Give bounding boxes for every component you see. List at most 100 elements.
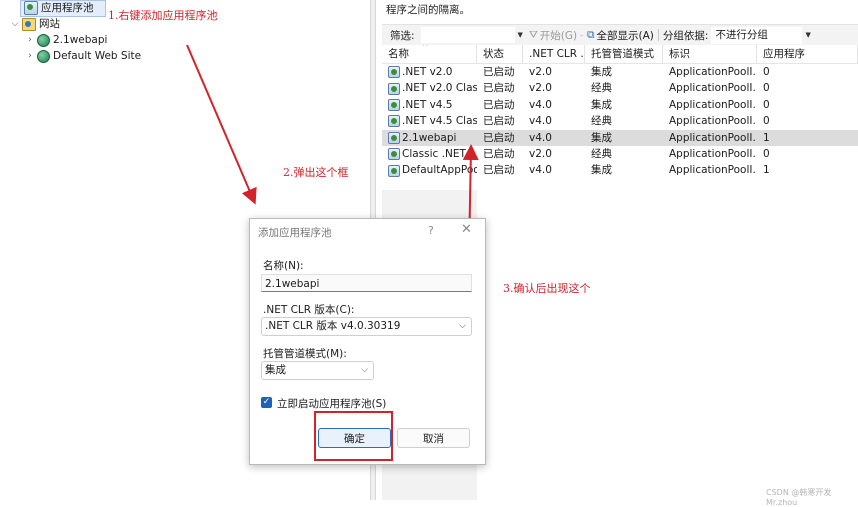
app-pool-icon	[388, 164, 400, 177]
column-header-pipeline[interactable]: 托管管道模式	[585, 45, 663, 63]
column-header-clr[interactable]: .NET CLR ...	[523, 45, 585, 63]
cancel-button[interactable]: 取消	[397, 428, 470, 448]
table-row[interactable]: .NET v2.0 Clas... 已启动 v2.0 经典 ApplicationPoo…	[382, 80, 858, 96]
annotation-step2: 2.弹出这个框	[283, 166, 349, 179]
table-cell: v2.0	[529, 147, 552, 160]
app-pool-icon	[388, 131, 400, 144]
description-text: 程序之间的隔离。	[386, 4, 470, 16]
cell-text: 2.1webapi	[402, 131, 457, 144]
column-header-identity[interactable]: 标识	[663, 45, 757, 63]
pipeline-mode-label: 托管管道模式(M):	[263, 348, 347, 360]
group-by-select[interactable]: 不进行分组	[711, 26, 803, 44]
table-cell: v4.0	[529, 115, 552, 128]
table-cell: 2.1webapi	[382, 130, 477, 146]
table-cell: ApplicationPoolI...	[669, 66, 757, 78]
table-cell: ApplicationPoolI...	[669, 147, 757, 160]
table-cell: ApplicationPoolI...	[669, 115, 757, 128]
table-cell: 已启动	[483, 82, 515, 95]
page-description: 程序之间的隔离。	[386, 0, 470, 17]
chevron-down-icon[interactable]: ▼	[805, 31, 810, 39]
table-cell: .NET v2.0 Clas...	[382, 80, 477, 96]
chevron-right-icon[interactable]: ›	[25, 32, 35, 48]
table-row[interactable]: .NET v4.5 已启动 v4.0 集成 ApplicationPoolI... 0	[382, 97, 858, 113]
toolbar-separator	[657, 29, 659, 41]
close-icon[interactable]: ✕	[461, 222, 472, 237]
funnel-icon: ⛛	[528, 28, 538, 41]
table-cell: 已启动	[483, 147, 515, 160]
table-cell: 0	[763, 147, 770, 160]
show-all-button[interactable]: 全部显示(A)	[597, 28, 654, 43]
column-header-name[interactable]: 名称 ^	[382, 45, 477, 63]
app-pool-icon	[388, 82, 400, 95]
column-header-status[interactable]: 状态	[477, 45, 523, 63]
table-cell: .NET v4.5 Clas...	[382, 113, 477, 129]
column-header-applications[interactable]: 应用程序	[757, 45, 858, 63]
chevron-down-icon: ⌵	[459, 321, 466, 331]
table-cell: .NET v4.5	[382, 97, 477, 113]
sort-indicator-icon: ^	[422, 45, 429, 51]
table-cell: ApplicationPoolI...	[669, 98, 757, 111]
filter-dropdown-arrow-icon[interactable]: ▼	[518, 31, 523, 39]
table-cell: v2.0	[529, 66, 552, 78]
chevron-down-icon[interactable]: ⌵	[10, 16, 20, 32]
cell-text: DefaultAppPool	[402, 164, 477, 177]
tree-item-app-pools[interactable]: 应用程序池	[24, 0, 94, 16]
table-cell: 集成	[591, 98, 612, 111]
tree-item-sites[interactable]: ⌵ 网站	[10, 16, 60, 32]
cell-text: .NET v4.5 Clas...	[402, 115, 477, 128]
pipeline-mode-select[interactable]: 集成 ⌵	[261, 361, 374, 380]
table-cell: 0	[763, 115, 770, 128]
group-by-value: 不进行分组	[715, 28, 768, 41]
show-all-icon: ⧉	[587, 28, 595, 41]
table-row[interactable]: 2.1webapi 已启动 v4.0 集成 ApplicationPoolI... 1	[382, 129, 858, 146]
clr-version-select[interactable]: .NET CLR 版本 v4.0.30319 ⌵	[261, 317, 472, 336]
table-cell: 0	[763, 98, 770, 111]
table-cell: ApplicationPoolI...	[669, 164, 757, 177]
tree-item-site-webapi[interactable]: › 2.1webapi	[25, 32, 107, 48]
table-cell: v4.0	[529, 131, 552, 144]
table-cell: 已启动	[483, 115, 515, 128]
table-cell: v4.0	[529, 98, 552, 111]
help-icon[interactable]: ?	[428, 224, 434, 237]
name-label: 名称(N):	[263, 260, 304, 272]
table-cell: 0	[763, 82, 770, 95]
name-input[interactable]: 2.1webapi	[261, 274, 472, 292]
filter-toolbar: 筛选: ▼ ⛛ 开始(G) - ⧉ 全部显示(A) 分组依据: 不进行分组 ▼	[382, 24, 858, 46]
autostart-label[interactable]: 立即启动应用程序池(S)	[277, 396, 386, 411]
clr-version-value: .NET CLR 版本 v4.0.30319	[265, 320, 401, 332]
grid-header: 名称 ^ 状态 .NET CLR ... 托管管道模式 标识 应用程序	[382, 45, 858, 64]
app-pools-grid: 名称 ^ 状态 .NET CLR ... 托管管道模式 标识 应用程序 .NET …	[382, 45, 858, 179]
annotation-step1: 1.右键添加应用程序池	[108, 9, 218, 22]
tree-item-label: 应用程序池	[41, 2, 94, 14]
app-pool-icon	[388, 98, 400, 111]
chevron-right-icon[interactable]: ›	[25, 48, 35, 64]
table-row[interactable]: .NET v2.0 已启动 v2.0 集成 ApplicationPoolI... 0	[382, 64, 858, 80]
table-cell: 集成	[591, 131, 612, 144]
app-pool-icon	[388, 66, 400, 79]
filter-input[interactable]	[420, 27, 515, 43]
table-cell: Classic .NET A...	[382, 146, 477, 162]
table-row[interactable]: Classic .NET A... 已启动 v2.0 经典 ApplicationPoo…	[382, 146, 858, 162]
globe-icon	[37, 49, 50, 63]
app-pool-icon	[388, 148, 400, 161]
annotation-step3: 3.确认后出现这个	[503, 282, 591, 295]
autostart-checkbox[interactable]: ✓	[261, 397, 272, 408]
filter-label: 筛选:	[390, 29, 415, 42]
cell-text: .NET v2.0	[402, 66, 453, 78]
tree-item-default-site[interactable]: › Default Web Site	[25, 48, 141, 64]
table-row[interactable]: DefaultAppPool 已启动 v4.0 集成 ApplicationPoolI.…	[382, 162, 858, 178]
table-cell: ApplicationPoolI...	[669, 82, 757, 95]
table-cell: v4.0	[529, 164, 552, 177]
dialog-title: 添加应用程序池	[258, 227, 332, 239]
globe-icon	[37, 33, 50, 47]
start-filter-button[interactable]: 开始(G)	[540, 28, 577, 43]
watermark: CSDN @韩寒开发Mr.zhou	[766, 488, 832, 507]
dropdown-arrow-icon[interactable]: -	[580, 31, 583, 40]
group-by-label: 分组依据:	[662, 29, 709, 42]
cell-text: .NET v2.0 Clas...	[402, 82, 477, 95]
table-cell: 经典	[591, 147, 612, 160]
table-cell: 集成	[591, 66, 612, 78]
table-row[interactable]: .NET v4.5 Clas... 已启动 v4.0 经典 ApplicationPoo…	[382, 113, 858, 129]
app-pool-icon	[388, 115, 400, 128]
table-cell: 已启动	[483, 98, 515, 111]
